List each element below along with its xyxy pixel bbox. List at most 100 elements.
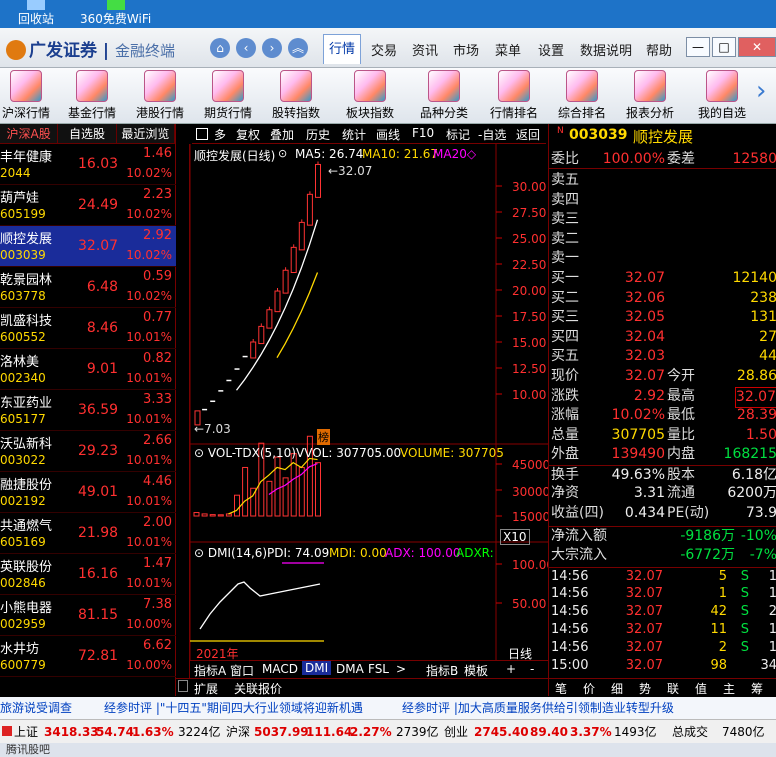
stock-row[interactable]: 丰年健康 2044 16.03 1.46 10.02%: [0, 144, 176, 185]
kline-chart[interactable]: [190, 144, 548, 674]
quote-tab[interactable]: 细: [611, 680, 623, 697]
wifi-icon[interactable]: 360免费WiFi: [80, 0, 151, 27]
tab-dmi[interactable]: DMI: [302, 661, 332, 675]
buy-row[interactable]: 买二 32.06 238: [549, 289, 776, 308]
tb-bankuai[interactable]: 板块指数: [338, 70, 402, 121]
collapse-icon[interactable]: ︽: [288, 38, 308, 58]
quote-tab[interactable]: 价: [583, 680, 595, 697]
quote-tab[interactable]: 值: [695, 680, 707, 697]
ctb-huaxian[interactable]: 画线: [376, 126, 400, 143]
tab-dma[interactable]: DMA: [336, 662, 364, 676]
buy-row[interactable]: 买一 32.07 12140: [549, 269, 776, 288]
stock-row[interactable]: 水井坊 600779 72.81 6.62 10.00%: [0, 636, 176, 677]
stock-row[interactable]: 葫芦娃 605199 24.49 2.23 10.02%: [0, 185, 176, 226]
ctb-diejia[interactable]: 叠加: [270, 126, 294, 143]
ctb-zixuan[interactable]: -自选: [478, 126, 506, 143]
sell-row[interactable]: 卖一: [549, 249, 776, 268]
menu-bangzhu[interactable]: 帮助: [646, 40, 672, 59]
tb-hangqingpaiming[interactable]: 行情排名: [482, 70, 546, 121]
sell-row[interactable]: 卖四: [549, 191, 776, 210]
expand-tab[interactable]: 扩展: [194, 680, 218, 697]
ctb-lishi[interactable]: 历史: [306, 126, 330, 143]
tab-template[interactable]: 模板: [464, 662, 488, 679]
bang-tag[interactable]: 榜: [317, 429, 330, 445]
menu-hangqing[interactable]: 行情: [323, 34, 362, 64]
stock-row[interactable]: 小熊电器 002959 81.15 7.38 10.00%: [0, 595, 176, 636]
tab-macd[interactable]: MACD: [262, 662, 298, 676]
buy-row[interactable]: 买五 32.03 44: [549, 347, 776, 366]
tb-zixuan[interactable]: 我的自选: [690, 70, 754, 121]
ctb-fuquan[interactable]: 复权: [236, 126, 260, 143]
zoom-out-button[interactable]: -: [530, 662, 534, 676]
menu-shichang[interactable]: 市场: [453, 40, 479, 59]
stock-row[interactable]: 融捷股份 002192 49.01 4.46 10.01%: [0, 472, 176, 513]
tb-jijin[interactable]: 基金行情: [60, 70, 124, 121]
stock-row[interactable]: 共通燃气 605169 21.98 2.00 10.01%: [0, 513, 176, 554]
buy-row[interactable]: 买三 32.05 131: [549, 308, 776, 327]
stock-row[interactable]: 凯盛科技 600552 8.46 0.77 10.01%: [0, 308, 176, 349]
tick-volume: 5: [718, 569, 727, 584]
news-item[interactable]: 经参时评 |加大高质量服务供给引领制造业转型升级: [402, 697, 674, 719]
sh-amount: 3224亿: [178, 725, 221, 739]
sector-chart-icon: [354, 70, 386, 102]
stock-pct: 10.00%: [126, 658, 172, 672]
home-icon[interactable]: ⌂: [210, 38, 230, 58]
news-item[interactable]: 经参时评 |"十四五"期间四大行业领域将迎新机遇: [104, 697, 363, 719]
buy-volume: 27: [759, 328, 776, 345]
maximize-button[interactable]: □: [712, 37, 736, 57]
ctb-duo[interactable]: 多: [214, 126, 226, 143]
stock-row[interactable]: 顺控发展 003039 32.07 2.92 10.02%: [0, 226, 176, 267]
sell-row[interactable]: 卖五: [549, 171, 776, 190]
tb-pinzhong[interactable]: 品种分类: [412, 70, 476, 121]
tab-indicator-a[interactable]: 指标A: [194, 662, 226, 679]
expand-toggle-icon[interactable]: [178, 680, 188, 692]
stock-row[interactable]: 东亚药业 605177 36.59 3.33 10.01%: [0, 390, 176, 431]
buy-row[interactable]: 买四 32.04 27: [549, 328, 776, 347]
tb-ganggu[interactable]: 港股行情: [128, 70, 192, 121]
related-quote-tab[interactable]: 关联报价: [234, 680, 282, 697]
tb-qihuo[interactable]: 期货行情: [196, 70, 260, 121]
tb-hushen[interactable]: 沪深行情: [0, 70, 58, 121]
minimize-button[interactable]: —: [686, 37, 710, 57]
ctb-tongji[interactable]: 统计: [342, 126, 366, 143]
toolbar-next-icon[interactable]: ›: [756, 76, 766, 106]
tab-window[interactable]: 窗口: [230, 662, 254, 679]
menu-zixun[interactable]: 资讯: [412, 40, 438, 59]
quote-tab[interactable]: 势: [639, 680, 651, 697]
tab-more[interactable]: >: [396, 662, 406, 676]
recycle-bin-icon[interactable]: 回收站: [18, 0, 54, 27]
tab-recent[interactable]: 最近浏览: [117, 124, 175, 143]
panel-toggle-icon[interactable]: [196, 128, 208, 140]
sell-row[interactable]: 卖二: [549, 230, 776, 249]
zoom-in-button[interactable]: +: [506, 662, 516, 676]
quote-tab[interactable]: 联: [667, 680, 679, 697]
ctb-fanhui[interactable]: 返回: [516, 126, 540, 143]
stock-row[interactable]: 洛林美 002340 9.01 0.82 10.01%: [0, 349, 176, 390]
tb-baobiao[interactable]: 报表分析: [618, 70, 682, 121]
news-item[interactable]: 旅游说受调查: [0, 697, 72, 719]
tb-zonghe[interactable]: 综合排名: [550, 70, 614, 121]
sell-row[interactable]: 卖三: [549, 210, 776, 229]
menu-shezhi[interactable]: 设置: [538, 40, 564, 59]
quote-tab[interactable]: 筹: [751, 680, 763, 697]
ctb-f10[interactable]: F10: [412, 126, 434, 140]
forward-icon[interactable]: ›: [262, 38, 282, 58]
stock-row[interactable]: 英联股份 002846 16.16 1.47 10.01%: [0, 554, 176, 595]
stock-row[interactable]: 乾景园林 603778 6.48 0.59 10.02%: [0, 267, 176, 308]
menu-jiaoyi[interactable]: 交易: [371, 40, 397, 59]
tb-guzhuan[interactable]: 股转指数: [264, 70, 328, 121]
close-button[interactable]: ✕: [738, 37, 776, 57]
tab-zixuan[interactable]: 自选股: [58, 124, 117, 143]
stock-row[interactable]: 沃弘新科 003022 29.23 2.66 10.01%: [0, 431, 176, 472]
list-scrollbar[interactable]: [176, 144, 190, 696]
back-icon[interactable]: ‹: [236, 38, 256, 58]
quote-tab[interactable]: 笔: [555, 680, 567, 697]
quote-tab[interactable]: 主: [723, 680, 735, 697]
tab-hushen-a[interactable]: 沪深A股: [0, 124, 59, 143]
stock-code: 605177: [0, 412, 46, 426]
ctb-biaoji[interactable]: 标记: [446, 126, 470, 143]
tab-indicator-b[interactable]: 指标B: [426, 662, 458, 679]
menu-shujushuoming[interactable]: 数据说明: [580, 40, 632, 59]
tab-fsl[interactable]: FSL: [368, 662, 389, 676]
menu-caidan[interactable]: 菜单: [495, 40, 521, 59]
